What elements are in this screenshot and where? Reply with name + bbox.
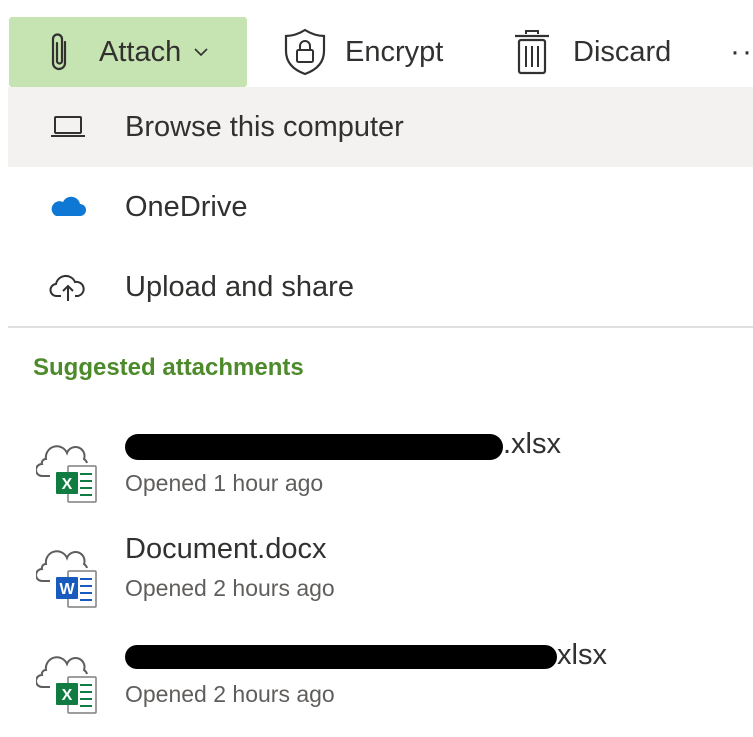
encrypt-label: Encrypt [345, 35, 444, 68]
menu-item-label: Browse this computer [125, 110, 404, 143]
menu-item-browse-computer[interactable]: Browse this computer [8, 87, 753, 167]
attach-menu: Browse this computer OneDrive Upload and… [8, 87, 753, 327]
redaction-bar [125, 645, 557, 669]
shield-lock-icon [282, 27, 328, 77]
excel-cloud-file-icon: X [35, 436, 108, 506]
menu-item-upload-share[interactable]: Upload and share [8, 247, 753, 327]
chevron-down-icon [193, 45, 213, 59]
word-cloud-file-icon: W [35, 541, 108, 611]
svg-text:X: X [62, 687, 73, 704]
more-label: ·· [730, 35, 753, 68]
onedrive-cloud-icon [48, 192, 88, 222]
svg-text:X: X [62, 476, 73, 493]
suggested-attachments-title: Suggested attachments [33, 354, 304, 381]
file-opened-time: Opened 2 hours ago [125, 681, 335, 707]
menu-divider [8, 326, 753, 328]
attach-label: Attach [99, 35, 182, 68]
excel-cloud-file-icon: X [35, 647, 108, 717]
more-options-button[interactable]: ·· [730, 17, 753, 87]
menu-item-label: Upload and share [125, 270, 354, 303]
trash-icon [513, 28, 551, 76]
suggested-file-item[interactable]: X .xlsx Opened 1 hour ago [8, 426, 753, 526]
command-toolbar: Attach Encrypt Discard ·· [0, 0, 753, 90]
suggested-file-item[interactable]: X xlsx Opened 2 hours ago [8, 637, 753, 737]
laptop-icon [48, 112, 88, 142]
attach-button[interactable]: Attach [9, 17, 247, 87]
svg-text:W: W [59, 581, 75, 598]
suggested-file-item[interactable]: W Document.docx Opened 2 hours ago [8, 531, 753, 631]
paperclip-icon [43, 29, 75, 75]
discard-label: Discard [573, 35, 672, 68]
file-name: Document.docx [125, 533, 327, 565]
menu-item-label: OneDrive [125, 190, 248, 223]
discard-button[interactable]: Discard [513, 17, 671, 87]
cloud-upload-icon [48, 272, 88, 302]
file-opened-time: Opened 1 hour ago [125, 470, 324, 496]
redaction-bar [125, 434, 503, 460]
file-opened-time: Opened 2 hours ago [125, 575, 335, 601]
encrypt-button[interactable]: Encrypt [282, 17, 443, 87]
menu-item-onedrive[interactable]: OneDrive [8, 167, 753, 247]
